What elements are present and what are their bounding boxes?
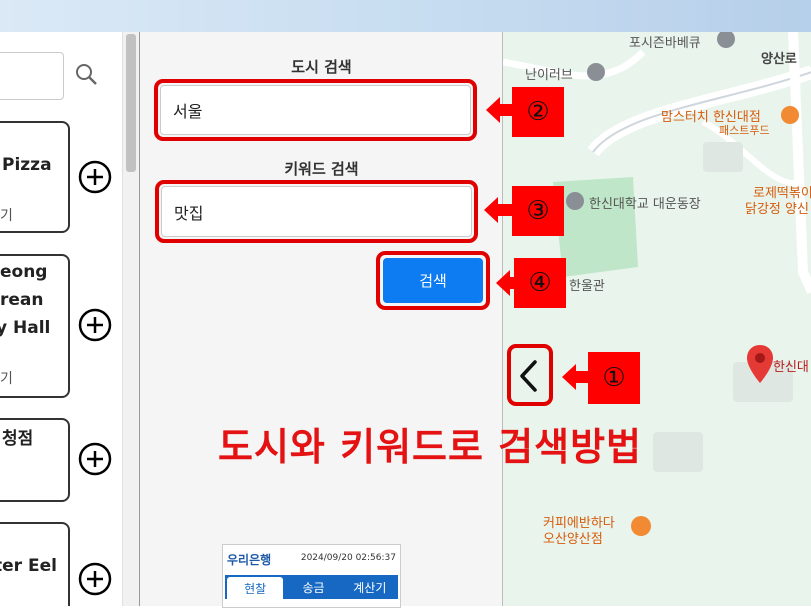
map-poi-label[interactable]: 닭강정 양신 [745,198,809,217]
add-icon[interactable] [78,308,112,342]
scroll-thumb[interactable] [126,34,136,172]
bank-tabs: 현찰 송금 계산기 [225,575,398,599]
list-item[interactable]: eong rean y Hall 기 [0,254,70,398]
keyword-search-label: 키워드 검색 [284,160,359,178]
step-badge: ① [588,352,640,404]
city-search-label: 도시 검색 [291,58,352,76]
city-input[interactable]: 서울 [160,85,471,135]
restaurant-search-input[interactable] [0,52,64,100]
tutorial-title: 도시와 키워드로 검색방법 [218,425,643,469]
map-poi-sublabel: 패스트푸드 [719,124,770,137]
list-item-sub: 기 [0,371,13,387]
map-poi-label[interactable]: 한울관 [569,275,605,294]
step-badge: ③ [512,186,564,236]
bank-widget[interactable]: 우리은행 2024/09/20 02:56:37 현찰 송금 계산기 [222,544,401,608]
list-item[interactable]: Pizza 기 [0,121,70,233]
search-panel: 도시 검색 서울 키워드 검색 맛집 검색 [139,32,503,606]
list-item-sub: 기 [0,208,13,224]
add-icon[interactable] [78,160,112,194]
list-item[interactable]: 청점 [0,418,70,502]
map-poi-icon[interactable] [781,106,799,124]
chevron-left-icon[interactable] [517,358,541,394]
map-poi-label[interactable]: 포시즌바베큐 [629,32,701,51]
map-poi-icon[interactable] [587,63,605,81]
list-scrollbar[interactable] [122,32,139,606]
keyword-input[interactable]: 맛집 [161,186,472,237]
add-icon[interactable] [78,442,112,476]
add-icon[interactable] [78,562,112,596]
browser-top-bar [0,0,811,32]
list-item-title-line: rean [0,290,44,310]
map-poi-label[interactable]: 난이러브 [525,64,573,83]
restaurant-list-panel: Pizza 기 eong rean y Hall 기 청점 ter Eel [0,32,122,606]
tab-cash[interactable]: 현찰 [227,577,284,599]
bank-brand: 우리은행 [227,553,272,567]
arrow-left-icon [484,197,514,223]
tab-calculator[interactable]: 계산기 [342,575,398,599]
list-item[interactable]: ter Eel [0,522,70,606]
bank-datetime: 2024/09/20 02:56:37 [300,553,396,563]
step-badge: ② [512,87,564,137]
list-item-title: Pizza [2,155,52,175]
search-button[interactable]: 검색 [383,258,483,303]
tab-transfer[interactable]: 송금 [285,575,341,599]
map-road-label: 양산로 [761,52,797,67]
map-pin-icon[interactable] [747,345,773,383]
list-item-title-line: eong [0,262,48,282]
step-badge: ④ [514,258,566,308]
map-poi-label[interactable]: 한신대 [773,356,809,375]
search-icon[interactable] [74,62,98,86]
coffee-icon[interactable] [631,516,651,536]
map-poi-label[interactable]: 오산양산점 [543,528,603,547]
map-poi-label[interactable]: 한신대학교 대운동장 [589,193,701,212]
list-item-title-line: y Hall [0,318,51,338]
list-item-title: 청점 [2,429,34,449]
map-poi-icon[interactable] [566,192,584,210]
list-item-title: ter Eel [0,556,57,576]
